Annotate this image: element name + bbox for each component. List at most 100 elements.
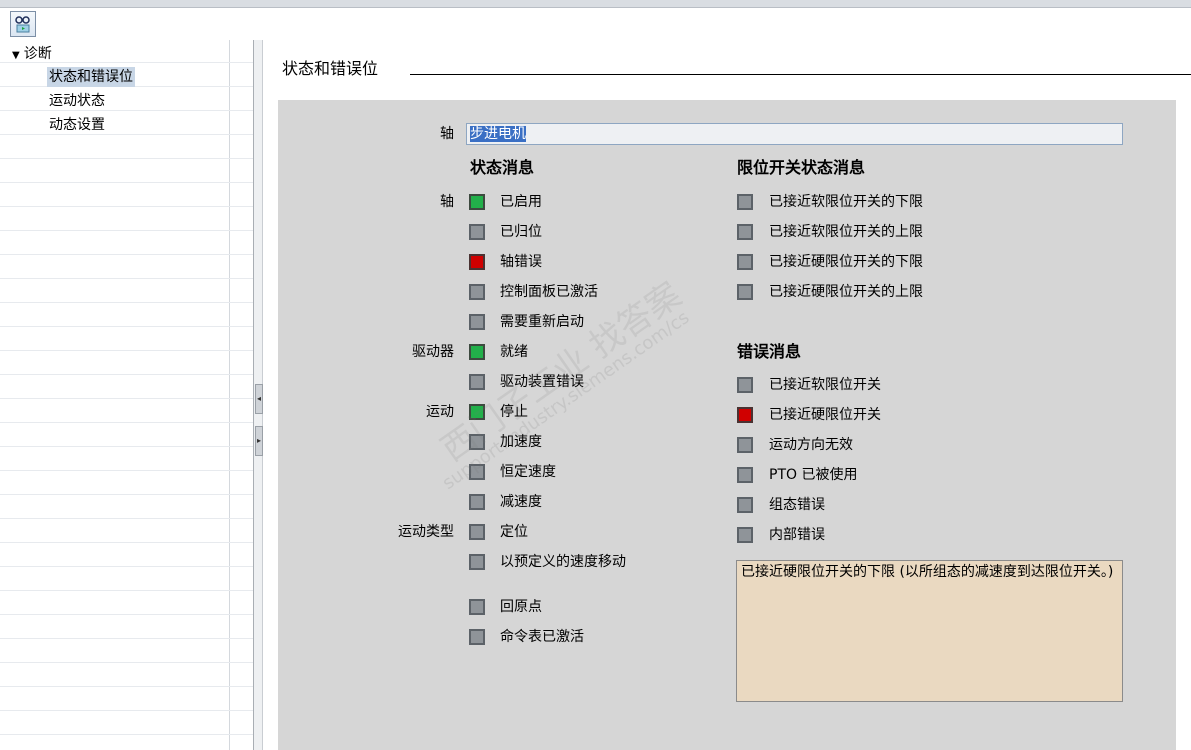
error-indicator	[737, 377, 753, 393]
navigation-tree: ▼ 诊断 状态和错误位 运动状态 动态设置	[0, 40, 253, 750]
error-label-hard-limit: 已接近硬限位开关	[769, 407, 881, 423]
row-divider	[0, 374, 253, 375]
error-indicator	[737, 497, 753, 513]
error-label-config-error: 组态错误	[769, 497, 825, 513]
limit-label-hard-low: 已接近硬限位开关的下限	[769, 254, 923, 270]
caret-down-icon[interactable]: ▼	[12, 46, 20, 66]
error-messages-heading: 错误消息	[737, 342, 802, 361]
status-label-restart-required: 需要重新启动	[500, 314, 584, 330]
row-divider	[0, 158, 253, 159]
status-indicator	[469, 194, 485, 210]
row-divider	[0, 134, 253, 135]
group-label-motion: 运动	[426, 404, 454, 420]
limit-indicator	[737, 284, 753, 300]
status-indicator	[469, 524, 485, 540]
tree-root-diagnostics[interactable]: ▼ 诊断	[12, 44, 52, 66]
arrow-left-icon[interactable]: ◂	[255, 384, 263, 414]
tree-item-status-error-bits[interactable]: 状态和错误位	[47, 67, 135, 87]
status-messages-heading: 状态消息	[470, 158, 535, 177]
status-label-drive-error: 驱动装置错误	[500, 374, 584, 390]
status-label-homing: 回原点	[500, 599, 542, 615]
error-label-pto-used: PTO 已被使用	[769, 467, 858, 483]
status-label-homed: 已归位	[500, 224, 542, 240]
status-indicator	[469, 629, 485, 645]
status-indicator	[469, 224, 485, 240]
status-label-control-panel: 控制面板已激活	[500, 284, 598, 300]
status-label-deceleration: 减速度	[500, 494, 542, 510]
status-label-constant-velocity: 恒定速度	[500, 464, 556, 480]
status-indicator	[469, 494, 485, 510]
limit-switch-heading: 限位开关状态消息	[737, 158, 866, 177]
row-divider	[0, 518, 253, 519]
group-label-drive: 驱动器	[412, 344, 454, 360]
error-label-soft-limit: 已接近软限位开关	[769, 377, 881, 393]
status-indicator	[469, 314, 485, 330]
status-label-enabled: 已启用	[500, 194, 542, 210]
window-top-edge	[0, 0, 1191, 8]
group-label-axis: 轴	[440, 194, 454, 210]
status-indicator	[469, 374, 485, 390]
axis-name-field[interactable]: 步进电机	[466, 123, 1123, 145]
content-area: 状态和错误位 轴 步进电机 状态消息 限位开关状态消息 错误消息 轴 驱动器 运…	[263, 40, 1191, 750]
status-indicator	[469, 344, 485, 360]
limit-indicator	[737, 254, 753, 270]
tree-item-motion-status[interactable]: 运动状态	[49, 91, 105, 111]
status-label-speed-move: 以预定义的速度移动	[500, 554, 626, 570]
status-indicator	[469, 599, 485, 615]
status-label-ready: 就绪	[500, 344, 528, 360]
row-divider	[0, 590, 253, 591]
axis-name-value: 步进电机	[470, 126, 526, 142]
row-divider	[0, 398, 253, 399]
row-divider	[0, 182, 253, 183]
status-label-axis-error: 轴错误	[500, 254, 542, 270]
row-divider	[0, 230, 253, 231]
limit-indicator	[737, 224, 753, 240]
row-divider	[0, 302, 253, 303]
toolbar	[0, 8, 1191, 40]
monitor-glasses-icon[interactable]	[10, 11, 36, 37]
limit-indicator	[737, 194, 753, 210]
error-indicator	[737, 437, 753, 453]
status-indicator	[469, 554, 485, 570]
status-indicator	[469, 404, 485, 420]
row-divider	[0, 326, 253, 327]
error-label-internal-error: 内部错误	[769, 527, 825, 543]
status-label-standstill: 停止	[500, 404, 528, 420]
row-divider	[0, 494, 253, 495]
row-divider	[0, 446, 253, 447]
error-indicator	[737, 527, 753, 543]
status-label-acceleration: 加速度	[500, 434, 542, 450]
limit-label-soft-low: 已接近软限位开关的下限	[769, 194, 923, 210]
tree-item-dynamic-settings[interactable]: 动态设置	[49, 115, 105, 135]
row-divider	[0, 614, 253, 615]
limit-label-soft-high: 已接近软限位开关的上限	[769, 224, 923, 240]
status-indicator	[469, 284, 485, 300]
arrow-right-icon[interactable]: ▸	[255, 426, 263, 456]
row-divider	[0, 686, 253, 687]
status-panel: 轴 步进电机 状态消息 限位开关状态消息 错误消息 轴 驱动器 运动 运动类型 …	[278, 100, 1176, 750]
tree-root-label: 诊断	[23, 46, 52, 62]
row-divider	[0, 422, 253, 423]
row-divider	[0, 278, 253, 279]
section-title: 状态和错误位	[282, 59, 379, 78]
row-divider	[0, 662, 253, 663]
status-indicator	[469, 254, 485, 270]
status-label-command-table: 命令表已激活	[500, 629, 584, 645]
axis-field-label: 轴	[440, 126, 454, 142]
row-divider	[0, 350, 253, 351]
pane-splitter[interactable]: ◂ ▸	[253, 40, 263, 750]
status-indicator	[469, 464, 485, 480]
error-message-box: 已接近硬限位开关的下限 (以所组态的减速度到达限位开关。)	[736, 560, 1123, 702]
limit-label-hard-high: 已接近硬限位开关的上限	[769, 284, 923, 300]
row-divider	[0, 470, 253, 471]
row-divider	[0, 542, 253, 543]
tree-column-divider	[229, 40, 230, 750]
row-divider	[0, 734, 253, 735]
group-label-motion-type: 运动类型	[398, 524, 454, 540]
row-divider	[0, 710, 253, 711]
error-indicator	[737, 407, 753, 423]
status-indicator	[469, 434, 485, 450]
row-divider	[0, 566, 253, 567]
section-divider	[410, 74, 1191, 75]
error-indicator	[737, 467, 753, 483]
